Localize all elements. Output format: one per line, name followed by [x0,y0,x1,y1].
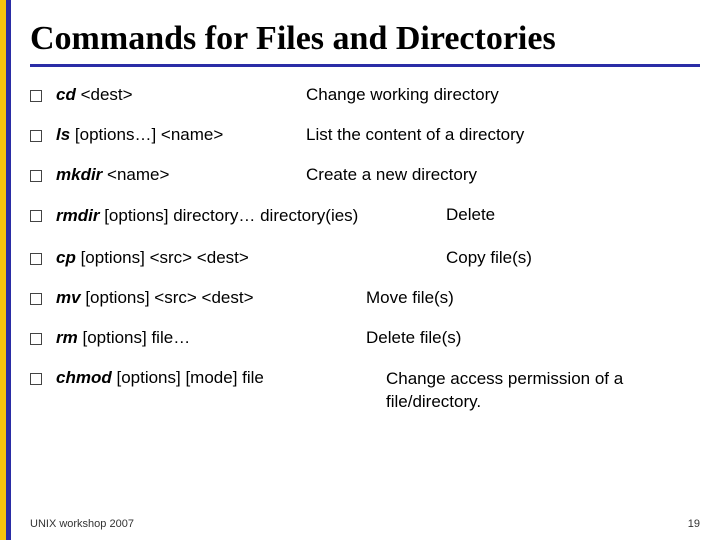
command-name: rm [56,328,78,347]
command-syntax: rmdir [options] directory… directory(ies… [56,205,366,228]
command-args: [options…] <name> [75,125,223,144]
command-desc: Delete file(s) [366,328,700,348]
command-args: [options] file… [82,328,190,347]
bullet-icon [30,333,42,345]
list-item: rm [options] file… Delete file(s) [30,328,700,348]
command-desc: Change working directory [306,85,700,105]
list-item: chmod [options] [mode] file Change acces… [30,368,700,414]
bullet-icon [30,210,42,222]
command-syntax: cp [options] <src> <dest> [56,248,366,268]
command-name: mkdir [56,165,102,184]
list-item: cd <dest> Change working directory [30,85,700,105]
command-desc: Delete [366,205,700,225]
command-name: cp [56,248,76,267]
command-name: cd [56,85,76,104]
command-syntax: mkdir <name> [56,165,306,185]
command-syntax: mv [options] <src> <dest> [56,288,366,308]
command-desc: Create a new directory [306,165,700,185]
command-args: [options] <src> <dest> [81,248,249,267]
bullet-icon [30,293,42,305]
command-syntax: cd <dest> [56,85,306,105]
list-item: mkdir <name> Create a new directory [30,165,700,185]
command-args: <name> [107,165,169,184]
command-syntax: ls [options…] <name> [56,125,306,145]
bullet-icon [30,170,42,182]
command-args: [options] directory… directory(ies) [104,206,358,225]
command-desc: Change access permission of a file/direc… [386,368,700,414]
list-item: mv [options] <src> <dest> Move file(s) [30,288,700,308]
command-name: chmod [56,368,112,387]
command-desc: Move file(s) [366,288,700,308]
list-item: rmdir [options] directory… directory(ies… [30,205,700,228]
slide-content: Commands for Files and Directories cd <d… [30,20,700,520]
list-item: cp [options] <src> <dest> Copy file(s) [30,248,700,268]
title-underline [30,64,700,67]
footer-text: UNIX workshop 2007 [30,518,134,530]
bullet-icon [30,90,42,102]
command-desc: List the content of a directory [306,125,700,145]
command-name: rmdir [56,206,99,225]
command-syntax: chmod [options] [mode] file [56,368,386,388]
accent-stripe-blue [6,0,11,540]
bullet-icon [30,130,42,142]
command-name: mv [56,288,81,307]
slide-title: Commands for Files and Directories [30,20,700,58]
page-number: 19 [688,518,700,530]
command-name: ls [56,125,70,144]
list-item: ls [options…] <name> List the content of… [30,125,700,145]
command-desc: Copy file(s) [366,248,700,268]
bullet-icon [30,253,42,265]
command-args: [options] [mode] file [116,368,263,387]
command-list: cd <dest> Change working directory ls [o… [30,85,700,414]
command-syntax: rm [options] file… [56,328,366,348]
command-args: <dest> [81,85,133,104]
command-args: [options] <src> <dest> [85,288,253,307]
bullet-icon [30,373,42,385]
